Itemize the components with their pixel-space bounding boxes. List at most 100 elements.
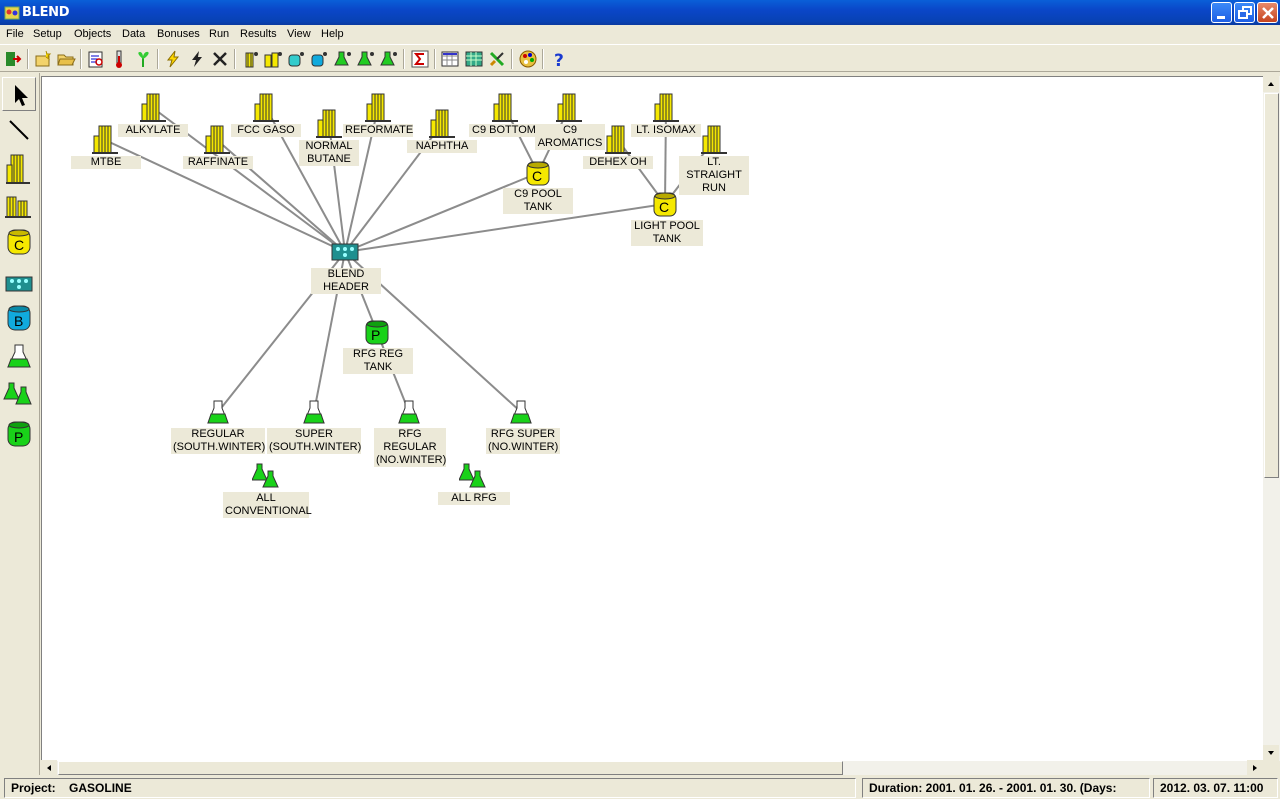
- raffinate-component-icon[interactable]: [204, 125, 230, 158]
- blend-header-icon[interactable]: [331, 243, 359, 264]
- line-tool[interactable]: [2, 113, 36, 147]
- tank-2-icon[interactable]: [309, 49, 329, 69]
- lightpool-tank-icon[interactable]: C: [653, 191, 677, 220]
- raffinate-label[interactable]: RAFFINATE: [183, 156, 253, 169]
- ltisomax-component-icon[interactable]: [653, 93, 679, 126]
- menu-view[interactable]: View: [287, 28, 311, 40]
- horizontal-scrollbar[interactable]: [41, 760, 1263, 776]
- tools-icon[interactable]: [487, 49, 507, 69]
- close-button[interactable]: [1257, 2, 1278, 23]
- fcc-label[interactable]: FCC GASO: [231, 124, 301, 137]
- allconv-group-icon[interactable]: [251, 463, 280, 492]
- lightpool-label[interactable]: LIGHT POOL TANK: [631, 220, 703, 246]
- c9pool-label[interactable]: C9 POOL TANK: [503, 188, 573, 214]
- allrfg-label[interactable]: ALL RFG: [438, 492, 510, 505]
- thermometer-icon[interactable]: [109, 49, 129, 69]
- plant-icon[interactable]: [133, 49, 153, 69]
- scroll-thumb-horizontal[interactable]: [58, 761, 843, 775]
- naphtha-label[interactable]: NAPHTHA: [407, 140, 477, 153]
- rfgregular-product-icon[interactable]: [397, 399, 421, 428]
- nbutane-label[interactable]: NORMAL BUTANE: [299, 140, 359, 166]
- scroll-right-button[interactable]: [1247, 760, 1263, 776]
- blend-tank-tool[interactable]: B: [2, 301, 36, 335]
- regular-label[interactable]: REGULAR (SOUTH.WINTER): [171, 428, 265, 454]
- minimize-button[interactable]: [1211, 2, 1232, 23]
- grid-icon[interactable]: [464, 49, 484, 69]
- dehex-label[interactable]: DEHEX OH: [583, 156, 653, 169]
- ltsr-label[interactable]: LT. STRAIGHT RUN: [679, 156, 749, 195]
- palette-icon[interactable]: [518, 49, 538, 69]
- lightning-2-icon[interactable]: [187, 49, 207, 69]
- alkylate-component-icon[interactable]: [140, 93, 166, 126]
- menu-help[interactable]: Help: [321, 28, 344, 40]
- reformate-label[interactable]: REFORMATE: [343, 124, 413, 137]
- product-tool[interactable]: [2, 341, 36, 375]
- unit-2-icon[interactable]: [263, 49, 283, 69]
- fcc-component-icon[interactable]: [253, 93, 279, 126]
- spreadsheet-icon[interactable]: [440, 49, 460, 69]
- menu-setup[interactable]: Setup: [33, 28, 62, 40]
- blend-header-label[interactable]: BLEND HEADER: [311, 268, 381, 294]
- toolbar-separator: [434, 49, 436, 69]
- menu-run[interactable]: Run: [209, 28, 229, 40]
- restore-button[interactable]: [1234, 2, 1255, 23]
- rfgsuper-product-icon[interactable]: [509, 399, 533, 428]
- flask-icon: [7, 344, 31, 368]
- component-tool[interactable]: [2, 151, 36, 185]
- c9arom-label[interactable]: C9 AROMATICS: [535, 124, 605, 150]
- allconv-label[interactable]: ALL CONVENTIONAL: [223, 492, 312, 518]
- ltisomax-label[interactable]: LT. ISOMAX: [631, 124, 701, 137]
- allrfg-group-icon[interactable]: [458, 463, 487, 492]
- vertical-scrollbar[interactable]: [1263, 76, 1280, 761]
- lightning-icon[interactable]: [163, 49, 183, 69]
- c9pool-tank-icon[interactable]: C: [526, 160, 550, 189]
- blend-icon[interactable]: [332, 49, 352, 69]
- c9bottom-label[interactable]: C9 BOTTOM: [469, 124, 539, 137]
- blend-3-icon[interactable]: [378, 49, 398, 69]
- open-icon[interactable]: [56, 49, 76, 69]
- dehex-component-icon[interactable]: [605, 125, 631, 158]
- pointer-tool[interactable]: [2, 77, 36, 111]
- product-group-tool[interactable]: [2, 377, 36, 411]
- menu-file[interactable]: File: [6, 28, 24, 40]
- unit-tool[interactable]: [2, 189, 36, 223]
- alkylate-label[interactable]: ALKYLATE: [118, 124, 188, 137]
- unit-icon[interactable]: [240, 49, 260, 69]
- scroll-thumb-vertical[interactable]: [1264, 93, 1279, 478]
- dehex-label-line: DEHEX OH: [589, 156, 647, 168]
- mtbe-component-icon[interactable]: [92, 125, 118, 158]
- exit-icon[interactable]: [3, 49, 23, 69]
- blend-2-icon[interactable]: [355, 49, 375, 69]
- sigma-icon[interactable]: [410, 49, 430, 69]
- diagram-canvas[interactable]: MTBE ALKYLATE RAFFINATE FCC GASO NORMAL BUTAN…: [41, 76, 1263, 761]
- scroll-left-button[interactable]: [41, 760, 57, 776]
- scroll-up-button[interactable]: [1263, 76, 1279, 92]
- blend-header-tool[interactable]: [2, 267, 36, 301]
- menu-objects[interactable]: Objects: [74, 28, 111, 40]
- print-preview-icon[interactable]: [86, 49, 106, 69]
- reformate-component-icon[interactable]: [365, 93, 391, 126]
- c9arom-component-icon[interactable]: [556, 93, 582, 126]
- scroll-down-button[interactable]: [1263, 745, 1279, 761]
- c9bottom-component-icon[interactable]: [492, 93, 518, 126]
- menu-results[interactable]: Results: [240, 28, 277, 40]
- regular-product-icon[interactable]: [206, 399, 230, 428]
- help-icon[interactable]: ?: [549, 49, 569, 69]
- super-product-icon[interactable]: [302, 399, 326, 428]
- nbutane-component-icon[interactable]: [316, 109, 342, 142]
- ltsr-component-icon[interactable]: [701, 125, 727, 158]
- new-icon[interactable]: [33, 49, 53, 69]
- delete-icon[interactable]: [210, 49, 230, 69]
- rfgreg-tank-icon[interactable]: P: [365, 319, 389, 348]
- tank-icon[interactable]: [286, 49, 306, 69]
- menu-bonuses[interactable]: Bonuses: [157, 28, 200, 40]
- super-label[interactable]: SUPER (SOUTH.WINTER): [267, 428, 361, 454]
- mtbe-label[interactable]: MTBE: [71, 156, 141, 169]
- rfgregular-label[interactable]: RFG REGULAR (NO.WINTER): [374, 428, 446, 467]
- component-tank-tool[interactable]: C: [2, 225, 36, 259]
- naphtha-component-icon[interactable]: [429, 109, 455, 142]
- rfgsuper-label[interactable]: RFG SUPER (NO.WINTER): [486, 428, 560, 454]
- product-tank-tool[interactable]: P: [2, 417, 36, 451]
- rfgreg-label[interactable]: RFG REG TANK: [343, 348, 413, 374]
- menu-data[interactable]: Data: [122, 28, 145, 40]
